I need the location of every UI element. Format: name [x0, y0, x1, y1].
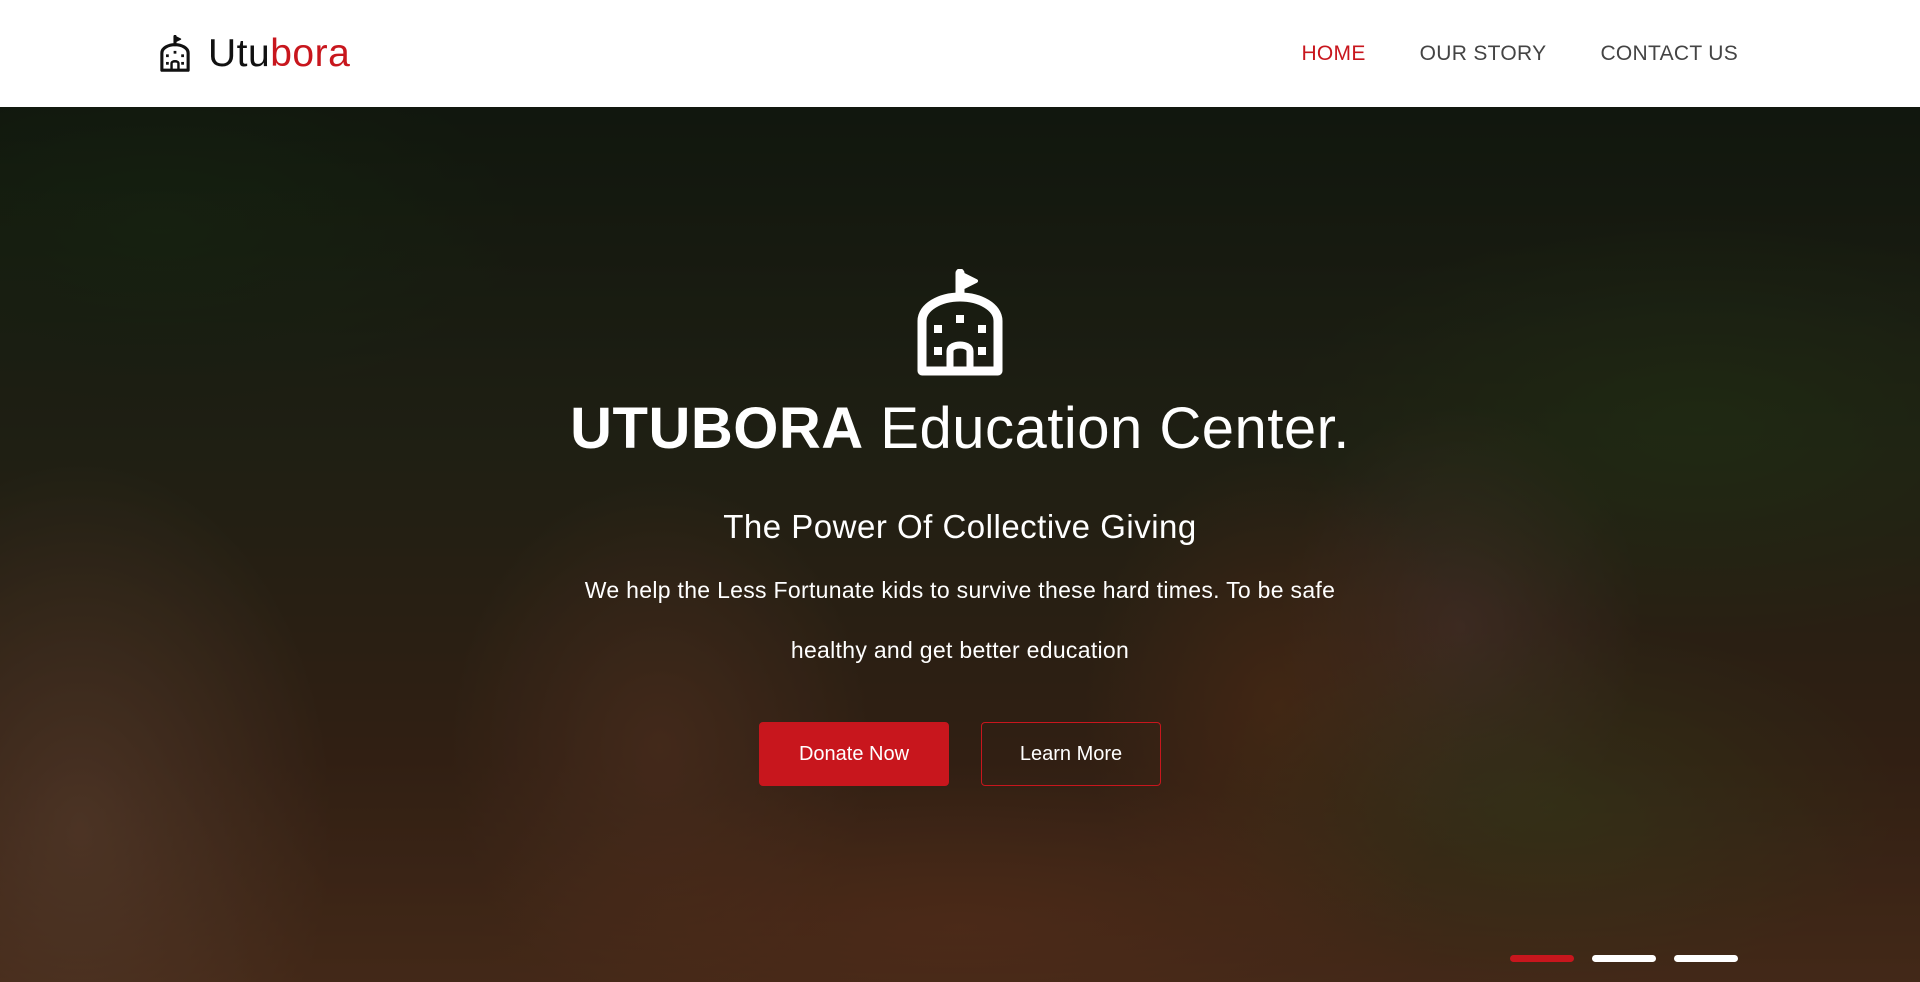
nav-our-story-link[interactable]: OUR STORY [1420, 42, 1547, 66]
brand-name-part1: Utu [208, 31, 271, 75]
hero-banner: UTUBORA Education Center. The Power Of C… [0, 107, 1920, 982]
brand-name-part2: bora [270, 31, 351, 75]
brand-logo[interactable]: Utubora [156, 32, 350, 76]
donate-now-button[interactable]: Donate Now [759, 722, 949, 786]
hero-description: We help the Less Fortunate kids to survi… [584, 577, 1336, 663]
school-icon [160, 34, 190, 72]
learn-more-button[interactable]: Learn More [981, 722, 1161, 786]
nav-contact-us-link[interactable]: CONTACT US [1600, 42, 1738, 66]
slide-indicator-2[interactable] [1592, 955, 1656, 962]
brand-name: Utubora [208, 32, 350, 76]
slider-indicators [1510, 955, 1738, 962]
top-navbar: Utubora HOME OUR STORY CONTACT US [0, 0, 1920, 107]
nav-home-link[interactable]: HOME [1301, 42, 1365, 66]
slide-indicator-3[interactable] [1674, 955, 1738, 962]
school-icon [917, 269, 1003, 376]
hero-title: UTUBORA Education Center. [570, 395, 1350, 462]
hero-buttons: Donate Now Learn More [759, 722, 1161, 786]
hero-subtitle: The Power Of Collective Giving [723, 508, 1197, 545]
hero-title-rest: Education Center. [863, 396, 1350, 461]
main-nav: HOME OUR STORY CONTACT US [1301, 42, 1738, 66]
hero-title-bold: UTUBORA [570, 396, 864, 461]
hero-content: UTUBORA Education Center. The Power Of C… [0, 107, 1920, 786]
slide-indicator-1[interactable] [1510, 955, 1574, 962]
